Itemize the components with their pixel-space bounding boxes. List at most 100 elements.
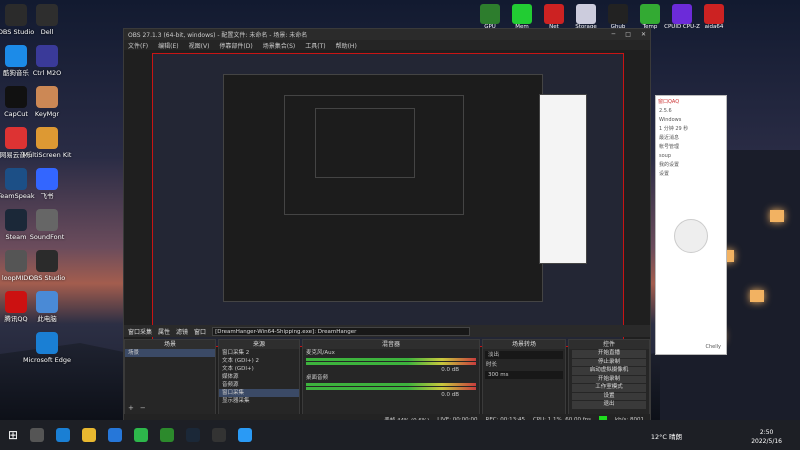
source-item[interactable]: 显示器采集 — [219, 397, 299, 405]
wechat-icon[interactable] — [134, 428, 149, 442]
obs-titlebar[interactable]: OBS 27.1.3 (64-bit, windows) - 配置文件: 未命名… — [124, 29, 650, 40]
clock[interactable]: 2:50 2022/5/16 — [751, 428, 782, 446]
filters-button[interactable]: 滤镜 — [176, 327, 188, 336]
sources-header: 来源 — [219, 340, 299, 349]
qq-icon[interactable] — [238, 428, 253, 442]
tray-app-icon — [544, 4, 564, 24]
desktop-icon[interactable]: KeyMgr — [22, 86, 72, 118]
tray-app-icon — [672, 4, 692, 24]
window-label: 窗口 — [194, 328, 207, 336]
tray-icon[interactable]: Ghub — [604, 4, 632, 30]
window-select[interactable]: [DreamHanger-Win64-Shipping.exe]: DreamH… — [212, 326, 471, 336]
desktop-icon-label: SoundFont — [29, 233, 65, 241]
virtual-camera-button[interactable]: 启动虚拟摄像机 — [572, 367, 646, 375]
clock-date: 2022/5/16 — [751, 438, 782, 445]
start-recording-button[interactable]: 开始录制 — [572, 375, 646, 383]
tray-icon[interactable]: Temp — [636, 4, 664, 30]
tray-app-icon — [480, 4, 500, 24]
preview-canvas[interactable] — [152, 53, 624, 347]
scene-item[interactable]: 场景 — [125, 349, 215, 357]
source-item[interactable]: 文本 (GDI+) 2 — [219, 357, 299, 365]
qq-title: 窗口QAQ — [658, 99, 680, 105]
transition-type[interactable]: 淡出 — [485, 351, 563, 359]
sources-dock: 来源 窗口采集 2 文本 (GDI+) 2 文本 (GDI+) 媒体源 音频源 … — [218, 339, 300, 415]
desktop-icon[interactable]: Dell — [22, 4, 72, 36]
desktop-icon-label: MultiScreen Kit — [22, 151, 72, 159]
tray-app-icon — [704, 4, 724, 24]
close-icon[interactable]: ✕ — [641, 31, 646, 38]
nested-qq-window — [539, 94, 587, 264]
desktop-icon[interactable]: 飞书 — [22, 168, 72, 200]
obs-window[interactable]: OBS 27.1.3 (64-bit, windows) - 配置文件: 未命名… — [123, 28, 651, 426]
app-icon — [36, 209, 58, 231]
menu-docks[interactable]: 停靠部件(D) — [219, 41, 252, 50]
app-icon — [36, 127, 58, 149]
source-item[interactable]: 文本 (GDI+) — [219, 365, 299, 373]
desktop-icon[interactable]: Ctrl M2O — [22, 45, 72, 77]
maximize-icon[interactable]: □ — [625, 31, 631, 38]
xbox-icon[interactable] — [160, 428, 175, 442]
menu-file[interactable]: 文件(F) — [128, 41, 148, 50]
app-icon — [36, 86, 58, 108]
menu-scene-collection[interactable]: 场景集合(S) — [263, 41, 296, 50]
edge-icon[interactable] — [56, 428, 71, 442]
duration-input[interactable]: 300 ms — [485, 371, 563, 379]
stop-recording-button[interactable]: 停止录制 — [572, 358, 646, 366]
windows-start-icon[interactable]: ⊞ — [8, 428, 18, 442]
tray-icon[interactable]: GPU — [476, 4, 504, 30]
qq-window[interactable]: 窗口QAQ 2.5.6 Windows 1 分钟 29 秒 最近消息 帐号管理 … — [655, 95, 727, 355]
transitions-dock: 场景转场 淡出 时长 300 ms — [482, 339, 566, 415]
qq-line[interactable]: 我的设置 — [656, 161, 726, 170]
menu-help[interactable]: 帮助(H) — [336, 41, 357, 50]
steam-icon[interactable] — [186, 428, 201, 442]
tray-icon[interactable]: Net — [540, 4, 568, 30]
tray-icon[interactable]: Mem — [508, 4, 536, 30]
nested-obs-1 — [223, 74, 543, 302]
tray-icon[interactable]: aida64 — [700, 4, 728, 30]
app-icon — [36, 250, 58, 272]
exit-button[interactable]: 退出 — [572, 401, 646, 409]
settings-button[interactable]: 设置 — [572, 392, 646, 400]
menu-tools[interactable]: 工具(T) — [305, 41, 325, 50]
source-item[interactable]: 窗口采集 2 — [219, 349, 299, 357]
nested-obs-2 — [284, 95, 464, 215]
obs-icon[interactable] — [212, 428, 227, 442]
desktop-icon[interactable]: MultiScreen Kit — [22, 127, 72, 159]
qq-line[interactable]: 设置 — [656, 170, 726, 179]
menu-view[interactable]: 视图(V) — [189, 41, 210, 50]
duration-label: 时长 — [486, 362, 498, 368]
tray-icon[interactable]: CPUID CPU-Z — [664, 4, 700, 30]
weather[interactable]: 12°C 晴朗 — [651, 431, 682, 441]
mixer-track-db: 0.0 dB — [441, 367, 459, 373]
desktop-icon[interactable]: 此电脑 — [22, 291, 72, 323]
source-item[interactable]: 窗口采集 — [219, 389, 299, 397]
tray-icon[interactable]: Storage — [572, 4, 600, 30]
controls-header: 控件 — [569, 340, 649, 349]
start-streaming-button[interactable]: 开始直播 — [572, 350, 646, 358]
store-icon[interactable] — [108, 428, 123, 442]
remove-icon[interactable]: − — [140, 404, 146, 414]
menu-edit[interactable]: 编辑(E) — [158, 41, 178, 50]
add-icon[interactable]: + — [128, 404, 134, 414]
tray-app-icon — [608, 4, 628, 24]
obs-title: OBS 27.1.3 (64-bit, windows) - 配置文件: 未命名… — [128, 32, 308, 39]
nested-obs-3 — [315, 108, 415, 178]
desktop-icon[interactable]: SoundFont — [22, 209, 72, 241]
explorer-icon[interactable] — [82, 428, 97, 442]
app-icon — [36, 332, 58, 354]
transitions-header: 场景转场 — [483, 340, 565, 349]
obs-menubar: 文件(F) 编辑(E) 视图(V) 停靠部件(D) 场景集合(S) 工具(T) … — [124, 40, 650, 50]
studio-mode-button[interactable]: 工作室模式 — [572, 384, 646, 392]
minimize-icon[interactable]: ─ — [612, 31, 616, 38]
desktop-icon-label: 飞书 — [40, 192, 54, 200]
desktop-icon[interactable]: Microsoft Edge — [22, 332, 72, 364]
qq-line[interactable]: 帐号管理 — [656, 143, 726, 152]
desktop-icon[interactable]: OBS Studio — [22, 250, 72, 282]
source-item[interactable]: 媒体源 — [219, 373, 299, 381]
source-item[interactable]: 音频源 — [219, 381, 299, 389]
source-name: 窗口采集 — [128, 328, 153, 336]
search-icon[interactable] — [30, 428, 45, 442]
app-icon — [36, 4, 58, 26]
properties-button[interactable]: 属性 — [158, 327, 170, 336]
app-icon — [36, 168, 58, 190]
